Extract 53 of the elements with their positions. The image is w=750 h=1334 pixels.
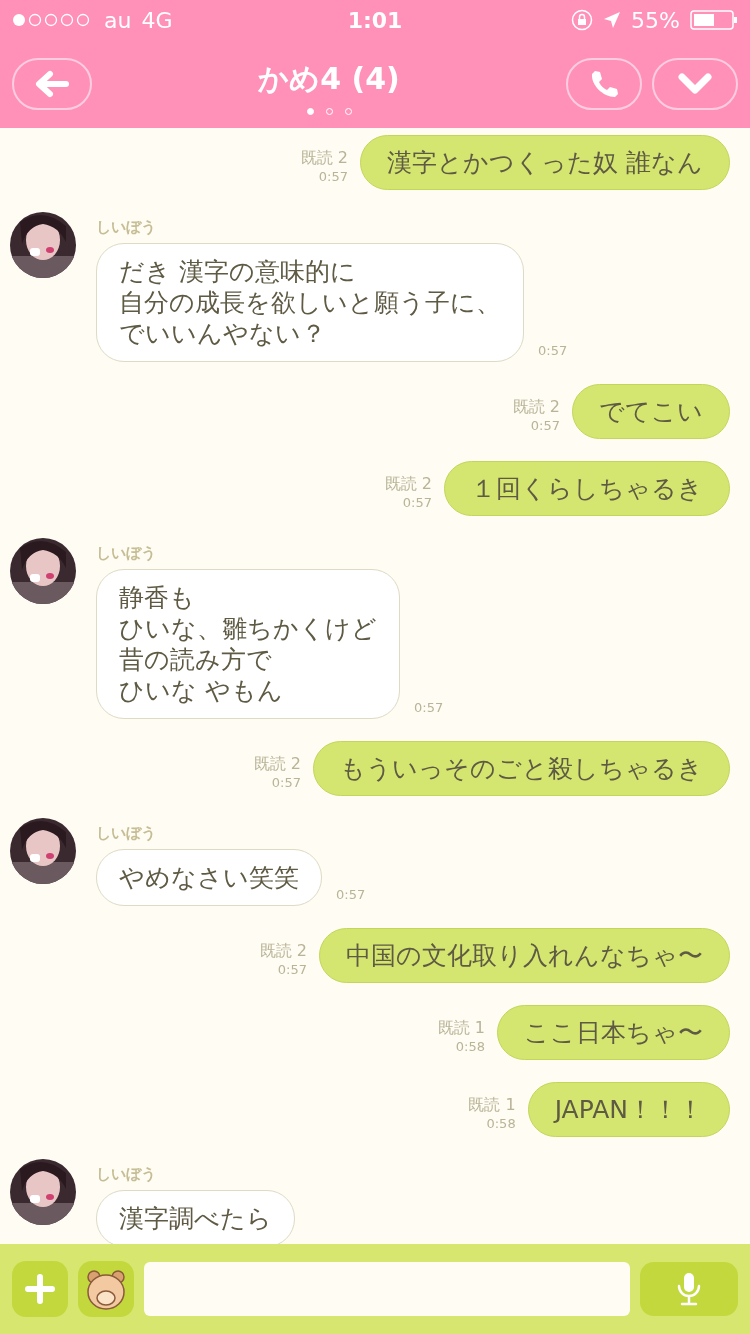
phone-icon	[589, 69, 619, 99]
chat-title: かめ4 (4)	[258, 60, 400, 98]
plus-icon	[25, 1274, 55, 1304]
add-button[interactable]	[12, 1261, 68, 1317]
message-time: 0:58	[455, 1039, 485, 1054]
sender-name: しいぼう	[96, 824, 157, 843]
message-time: 0:57	[538, 343, 568, 360]
read-receipt: 既読 1	[468, 1095, 516, 1116]
chevron-down-icon	[678, 73, 712, 95]
back-arrow-icon	[35, 70, 69, 98]
message-time: 0:57	[402, 495, 432, 510]
sender-name: しいぼう	[96, 1165, 157, 1184]
sent-message: 中国の文化取り入れんなちゃ〜	[319, 928, 730, 983]
read-receipt: 既読 2	[512, 397, 560, 418]
message-time: 0:57	[414, 700, 444, 717]
message-time: 0:57	[530, 418, 560, 433]
read-receipt: 既読 2	[384, 474, 432, 495]
received-message: 静香も ひいな、雛ちかくけど 昔の読み方で ひいな やもん	[96, 569, 400, 719]
sent-message: でてこい	[572, 384, 730, 439]
voice-button[interactable]	[640, 1262, 738, 1316]
sender-name: しいぼう	[96, 544, 157, 563]
sender-name: しいぼう	[96, 218, 157, 237]
read-receipt: 既読 2	[259, 941, 307, 962]
read-receipt: 既読 1	[437, 1018, 485, 1039]
status-time: 1:01	[347, 7, 403, 33]
received-message: 漢字調べたら	[96, 1190, 295, 1244]
call-button[interactable]	[566, 58, 642, 110]
back-button[interactable]	[12, 58, 92, 110]
message-time: 0:58	[486, 1116, 516, 1131]
carrier-name: au	[104, 7, 132, 33]
sent-message: 漢字とかつくった奴 誰なん	[360, 135, 730, 190]
battery-icon	[690, 10, 738, 30]
sent-message: JAPAN！！！	[527, 1082, 730, 1137]
message-input-field[interactable]	[144, 1262, 630, 1316]
read-receipt: 既読 2	[300, 148, 349, 169]
microphone-icon	[676, 1272, 702, 1306]
read-receipt: 既読 2	[253, 754, 301, 775]
rotation-lock-icon	[571, 9, 594, 31]
message-time: 0:57	[318, 169, 349, 184]
location-icon	[603, 11, 622, 29]
bear-icon	[84, 1267, 128, 1311]
network-type: 4G	[141, 7, 173, 33]
battery-percent: 55%	[631, 7, 680, 33]
sticker-button[interactable]	[78, 1261, 134, 1317]
sent-message: ここ日本ちゃ〜	[497, 1005, 730, 1060]
message-time: 0:57	[271, 775, 301, 790]
sent-message: もういっそのごと殺しちゃるき	[313, 741, 730, 796]
received-message: やめなさい笑笑	[96, 849, 322, 906]
message-time: 0:57	[277, 962, 307, 977]
received-message: だき 漢字の意味的に 自分の成長を欲しいと願う子に、 でいいんやない？	[96, 243, 524, 362]
menu-toggle-button[interactable]	[652, 58, 738, 110]
sent-message: １回くらしちゃるき	[444, 461, 730, 516]
message-time: 0:57	[336, 887, 366, 904]
